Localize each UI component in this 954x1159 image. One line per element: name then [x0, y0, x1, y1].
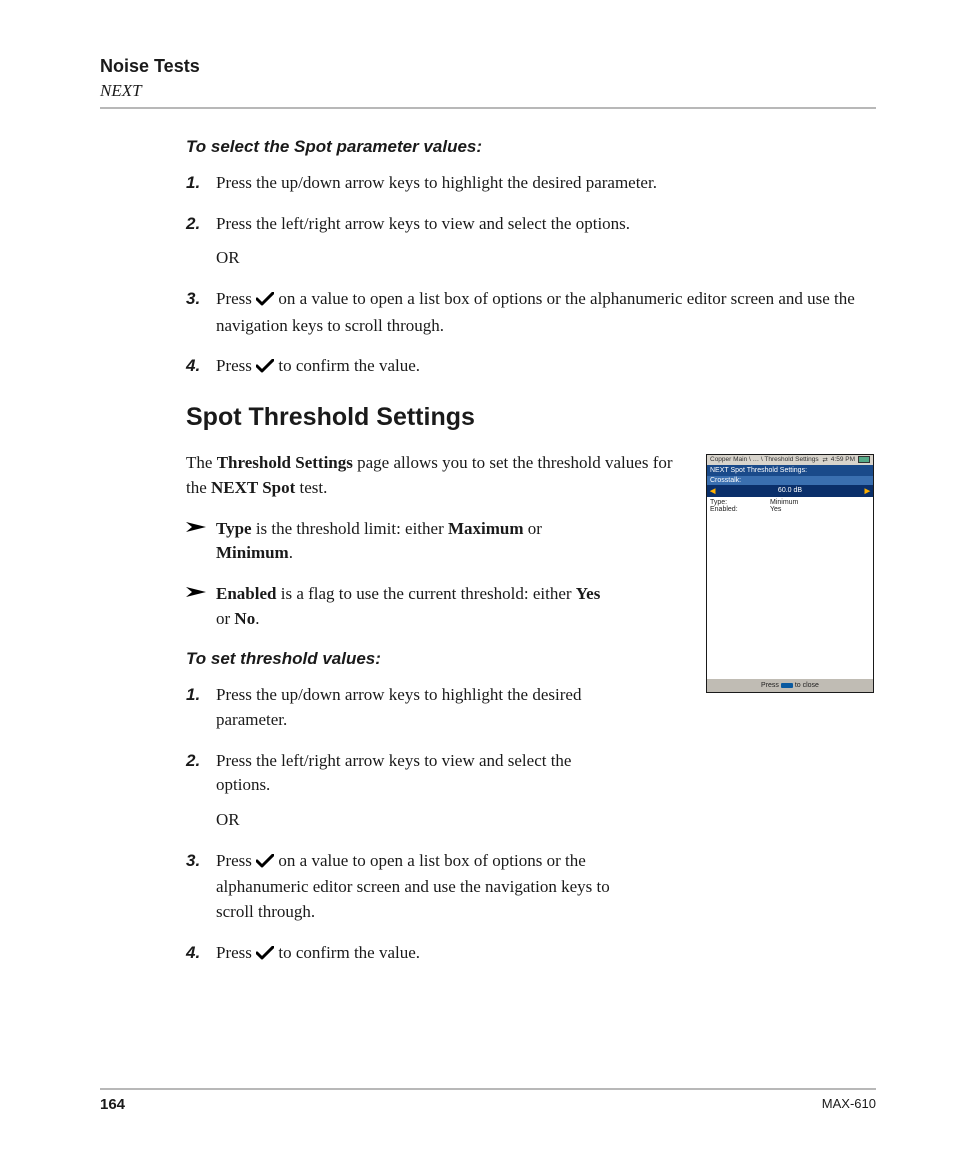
- step-text: Press the up/down arrow keys to highligh…: [216, 171, 876, 196]
- step-number: 1.: [186, 683, 216, 732]
- step: 2. Press the left/right arrow keys to vi…: [186, 212, 876, 271]
- ss-key-icon: [781, 683, 793, 688]
- checkmark-icon: [256, 943, 274, 968]
- ss-breadcrumb: Copper Main \ … \ Threshold Settings: [710, 456, 819, 464]
- step-number: 3.: [186, 849, 216, 925]
- step-number: 2.: [186, 749, 216, 833]
- step-text: Press to confirm the value.: [216, 354, 876, 381]
- section-heading: Spot Threshold Settings: [186, 403, 876, 432]
- screenshot-figure: Copper Main \ … \ Threshold Settings ⇄ 4…: [706, 454, 876, 693]
- step: 3. Press on a value to open a list box o…: [186, 849, 876, 925]
- page-number: 164: [100, 1096, 125, 1113]
- content-body: To select the Spot parameter values: 1. …: [100, 137, 876, 967]
- header-title: Noise Tests: [100, 56, 876, 77]
- ss-body: Type: Minimum Enabled: Yes: [707, 497, 873, 679]
- step: 1. Press the up/down arrow keys to highl…: [186, 683, 688, 732]
- footer-rule: [100, 1088, 876, 1090]
- step-text: Press the left/right arrow keys to view …: [216, 212, 876, 271]
- step: 4. Press to confirm the value.: [186, 941, 876, 968]
- step-number: 3.: [186, 287, 216, 338]
- procedure-steps-2: 1. Press the up/down arrow keys to highl…: [186, 683, 876, 967]
- step-number: 4.: [186, 354, 216, 381]
- model-number: MAX-610: [822, 1096, 876, 1113]
- step-text: Press on a value to open a list box of o…: [216, 849, 616, 925]
- header-subtitle: NEXT: [100, 81, 876, 101]
- step: 2. Press the left/right arrow keys to vi…: [186, 749, 876, 833]
- step: 1. Press the up/down arrow keys to highl…: [186, 171, 876, 196]
- ss-footer: Press to close: [707, 679, 873, 692]
- step: 4. Press to confirm the value.: [186, 354, 876, 381]
- procedure-steps-1: 1. Press the up/down arrow keys to highl…: [186, 171, 876, 381]
- or-label: OR: [216, 246, 876, 271]
- arrow-bullet-icon: [186, 517, 216, 566]
- ss-title: NEXT Spot Threshold Settings:: [707, 465, 873, 476]
- device-screenshot: Copper Main \ … \ Threshold Settings ⇄ 4…: [706, 454, 874, 693]
- ss-right-arrow-icon: ▶: [865, 487, 870, 495]
- arrow-bullet-icon: [186, 582, 216, 631]
- step-text: Press the left/right arrow keys to view …: [216, 749, 616, 833]
- page-header: Noise Tests NEXT: [100, 56, 876, 109]
- procedure-heading-1: To select the Spot parameter values:: [186, 137, 876, 157]
- ss-left-arrow-icon: ◀: [710, 487, 715, 495]
- bullet-item: Enabled is a flag to use the current thr…: [186, 582, 688, 631]
- checkmark-icon: [256, 356, 274, 381]
- step-number: 2.: [186, 212, 216, 271]
- step-text: Press to confirm the value.: [216, 941, 616, 968]
- ss-value: 60.0 dB: [778, 487, 802, 494]
- step-text: Press the up/down arrow keys to highligh…: [216, 683, 616, 732]
- ss-battery-icon: [858, 456, 870, 463]
- ss-subtitle: Crosstalk:: [707, 476, 873, 485]
- checkmark-icon: [256, 851, 274, 876]
- ss-value-bar: ◀ 60.0 dB ▶: [707, 485, 873, 497]
- ss-row: Type: Minimum: [710, 499, 870, 506]
- or-label: OR: [216, 808, 616, 833]
- bullet-item: Type is the threshold limit: either Maxi…: [186, 517, 688, 566]
- step-number: 1.: [186, 171, 216, 196]
- checkmark-icon: [256, 289, 274, 314]
- page-footer: 164 MAX-610: [100, 1088, 876, 1113]
- header-rule: [100, 107, 876, 109]
- ss-row: Enabled: Yes: [710, 506, 870, 513]
- ss-sync-icon: ⇄: [822, 456, 827, 464]
- ss-topbar: Copper Main \ … \ Threshold Settings ⇄ 4…: [707, 455, 873, 465]
- ss-time: 4:59 PM: [831, 456, 855, 463]
- step-number: 4.: [186, 941, 216, 968]
- step: 3. Press on a value to open a list box o…: [186, 287, 876, 338]
- step-text: Press on a value to open a list box of o…: [216, 287, 876, 338]
